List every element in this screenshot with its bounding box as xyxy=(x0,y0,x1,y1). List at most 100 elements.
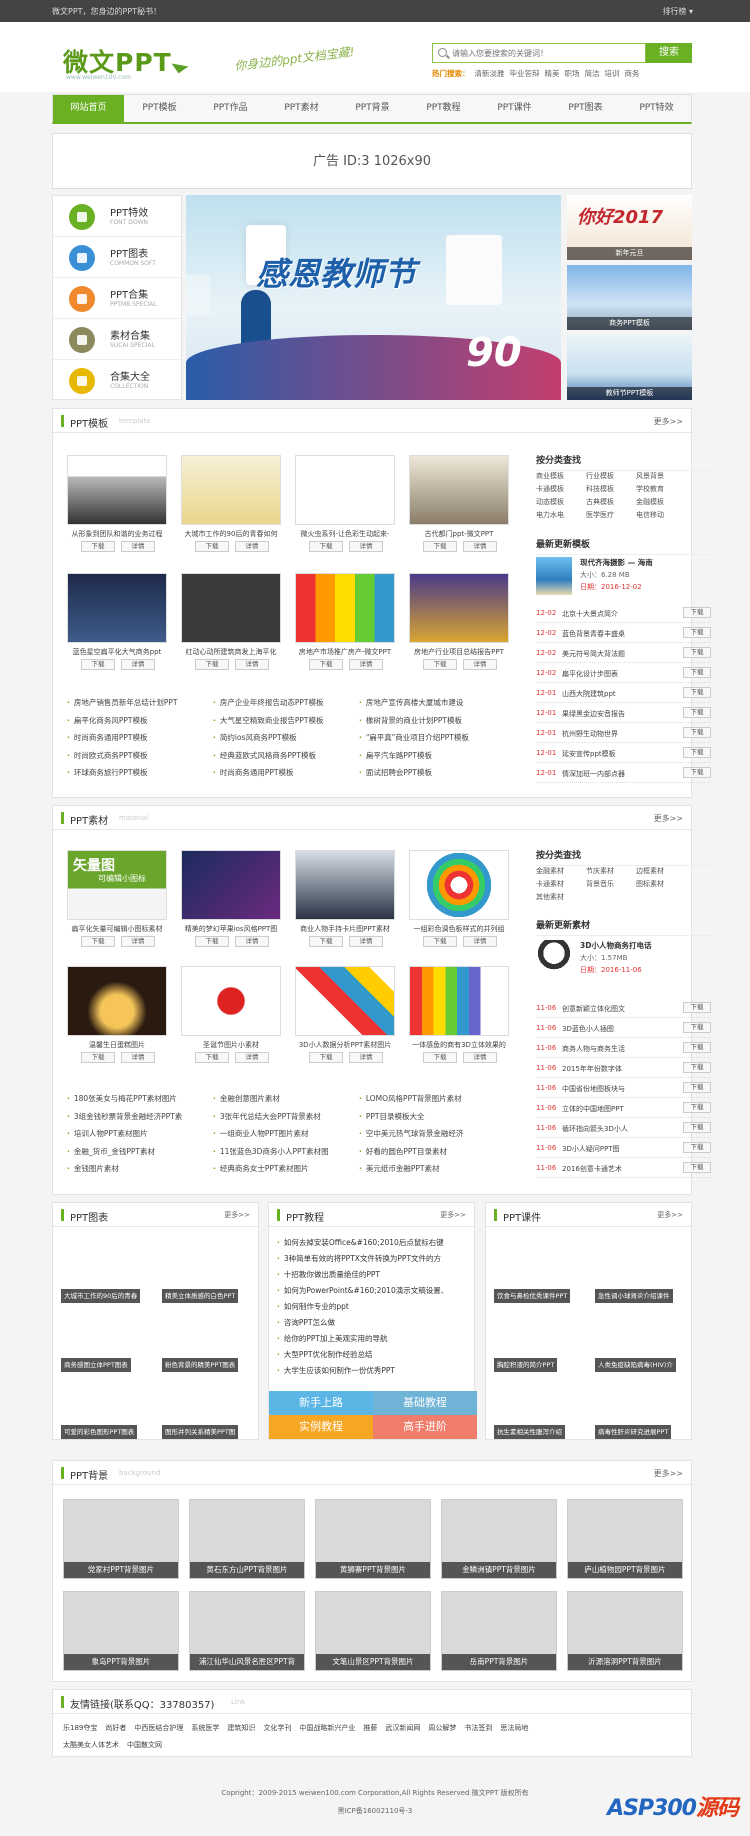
category-link[interactable]: 风景背景 xyxy=(636,471,664,481)
list-item[interactable]: 金融_货币_金钱PPT素材 xyxy=(67,1143,207,1161)
detail-button[interactable]: 详情 xyxy=(121,541,155,552)
friend-link[interactable]: 尚好者 xyxy=(105,1724,126,1732)
detail-button[interactable]: 详情 xyxy=(349,541,383,552)
ad-banner[interactable]: 广告 ID:3 1026x90 xyxy=(52,133,692,189)
list-item[interactable]: 简约ios风商务PPT模板 xyxy=(213,729,353,747)
courseware-tag[interactable]: 抗生素相关性腹泻介绍 xyxy=(494,1425,565,1439)
download-button[interactable]: 下载 xyxy=(81,1052,115,1063)
update-title[interactable]: 创意新颖立体化图文 xyxy=(562,1004,657,1014)
download-button[interactable]: 下载 xyxy=(683,747,711,758)
template-image[interactable] xyxy=(409,573,509,643)
download-button[interactable]: 下载 xyxy=(683,1082,711,1093)
more-link[interactable]: 更多>> xyxy=(657,1210,683,1220)
download-button[interactable]: 下载 xyxy=(423,936,457,947)
template-image[interactable] xyxy=(181,573,281,643)
tutorial-link[interactable]: 大型PPT优化制作经验总结 xyxy=(277,1349,373,1360)
detail-button[interactable]: 详情 xyxy=(121,1052,155,1063)
nav-ppt-effect[interactable]: PPT特效 xyxy=(621,95,692,123)
template-image[interactable] xyxy=(181,455,281,525)
list-item[interactable]: 一组商业人物PPT图片素材 xyxy=(213,1125,353,1143)
download-button[interactable]: 下载 xyxy=(683,687,711,698)
nav-home[interactable]: 网站首页 xyxy=(53,95,124,123)
friend-link[interactable]: 思法局地 xyxy=(500,1724,528,1732)
category-link[interactable]: 古典模板 xyxy=(586,497,614,507)
courseware-tag[interactable]: 人类免疫缺陷病毒(HIV)介 xyxy=(595,1358,676,1372)
detail-button[interactable]: 详情 xyxy=(349,659,383,670)
background-card[interactable]: 沂源溶洞PPT背景图片 xyxy=(567,1591,683,1671)
download-button[interactable]: 下载 xyxy=(81,541,115,552)
template-caption[interactable]: 从形象到团队和谐的业务过程 xyxy=(67,529,167,539)
category-link[interactable]: 卡通模板 xyxy=(536,484,564,494)
list-item[interactable]: 时尚欧式商务PPT模板 xyxy=(67,747,207,765)
download-button[interactable]: 下载 xyxy=(683,707,711,718)
background-card[interactable]: 黄狮寨PPT背景图片 xyxy=(315,1499,431,1579)
background-card[interactable]: 党家村PPT背景图片 xyxy=(63,1499,179,1579)
list-item[interactable]: 房地产宣传高楼大厦城市建设 xyxy=(359,694,504,712)
material-caption[interactable]: 一组彩色调色板样式的并列组 xyxy=(409,924,509,934)
detail-button[interactable]: 详情 xyxy=(235,936,269,947)
friend-link[interactable]: 周公解梦 xyxy=(428,1724,456,1732)
update-title[interactable]: 3D小人疑问PPT图 xyxy=(562,1144,657,1154)
material-image[interactable] xyxy=(181,966,281,1036)
category-link[interactable]: 其他素材 xyxy=(536,892,564,902)
background-card[interactable]: 象岛PPT背景图片 xyxy=(63,1591,179,1671)
list-item[interactable]: 时尚商务通用PPT模板 xyxy=(67,729,207,747)
search-button[interactable]: 搜索 xyxy=(646,43,692,63)
download-button[interactable]: 下载 xyxy=(195,659,229,670)
download-button[interactable]: 下载 xyxy=(195,541,229,552)
list-item[interactable]: 房产企业年终报告动态PPT模板 xyxy=(213,694,353,712)
template-caption[interactable]: 蓝色星空扁平化大气商务ppt xyxy=(67,647,167,657)
tutorial-link[interactable]: 咨询PPT怎么做 xyxy=(277,1317,335,1328)
quick-item-effect[interactable]: PPT特效 FONT DOWN xyxy=(53,196,181,237)
category-link[interactable]: 节庆素材 xyxy=(586,866,614,876)
tutorial-link[interactable]: 如何去掉安装Office&#160;2010后点鼠标右键 xyxy=(277,1237,444,1248)
category-link[interactable]: 行业模板 xyxy=(586,471,614,481)
list-item[interactable]: 面试招聘会PPT模板 xyxy=(359,764,504,782)
download-button[interactable]: 下载 xyxy=(309,541,343,552)
material-caption[interactable]: 温馨生日蛋糕图片 xyxy=(67,1040,167,1050)
category-link[interactable]: 商业模板 xyxy=(536,471,564,481)
download-button[interactable]: 下载 xyxy=(683,607,711,618)
material-image[interactable] xyxy=(295,850,395,920)
update-title[interactable]: 果绿黑金边安音报告 xyxy=(562,709,657,719)
template-image[interactable] xyxy=(409,455,509,525)
list-item[interactable]: LOMO风格PPT背景图片素材 xyxy=(359,1090,504,1108)
background-card[interactable]: 庐山植物园PPT背景图片 xyxy=(567,1499,683,1579)
download-button[interactable]: 下载 xyxy=(683,627,711,638)
friend-link[interactable]: 推薪 xyxy=(363,1724,377,1732)
category-link[interactable]: 边框素材 xyxy=(636,866,664,876)
nav-ppt-works[interactable]: PPT作品 xyxy=(195,95,266,123)
banner-prev-arrow[interactable] xyxy=(186,275,210,315)
list-item[interactable]: 好看的圆色PPT目录素材 xyxy=(359,1143,504,1161)
basic-tutorial-button[interactable]: 基础教程 xyxy=(373,1391,477,1415)
list-item[interactable]: 橡树背景的商业计划PPT模板 xyxy=(359,712,504,730)
advanced-button[interactable]: 高手进阶 xyxy=(373,1415,477,1439)
chart-tag[interactable]: 粉色背景的精美PPT图表 xyxy=(162,1358,239,1372)
update-title[interactable]: 扁平化设计步图表 xyxy=(562,669,657,679)
download-button[interactable]: 下载 xyxy=(683,1122,711,1133)
detail-button[interactable]: 详情 xyxy=(349,936,383,947)
download-button[interactable]: 下载 xyxy=(195,936,229,947)
template-caption[interactable]: 微火虫系列-让色彩生动起来- xyxy=(295,529,395,539)
list-item[interactable]: 时尚商务通用PPT模板 xyxy=(213,764,353,782)
friend-link[interactable]: 书法签到 xyxy=(464,1724,492,1732)
list-item[interactable]: 3张年代总结大会PPT背景素材 xyxy=(213,1108,353,1126)
tutorial-link[interactable]: 3种简单有效的将PPTX文件转换为PPT文件的方 xyxy=(277,1253,441,1264)
detail-button[interactable]: 详情 xyxy=(463,541,497,552)
nav-ppt-material[interactable]: PPT素材 xyxy=(266,95,337,123)
update-title[interactable]: 情深加班一内部点器 xyxy=(562,769,657,779)
featured-thumb[interactable] xyxy=(536,940,572,984)
list-item[interactable]: 11张蓝色3D商务小人PPT素材图 xyxy=(213,1143,353,1161)
list-item[interactable]: 金钱图片素材 xyxy=(67,1160,207,1178)
detail-button[interactable]: 详情 xyxy=(121,659,155,670)
detail-button[interactable]: 详情 xyxy=(463,1052,497,1063)
update-title[interactable]: 美元符号简大背法题 xyxy=(562,649,657,659)
background-card[interactable]: 文笔山景区PPT背景图片 xyxy=(315,1591,431,1671)
list-item[interactable]: 房地产销售员新年总结计划PPT xyxy=(67,694,207,712)
list-item[interactable]: 180张美女与梅花PPT素材图片 xyxy=(67,1090,207,1108)
list-item[interactable]: 环球商务旅行PPT模板 xyxy=(67,764,207,782)
category-link[interactable]: 图标素材 xyxy=(636,879,664,889)
update-title[interactable]: 商务人物与商务生活 xyxy=(562,1044,657,1054)
nav-ppt-background[interactable]: PPT背景 xyxy=(337,95,408,123)
list-item[interactable]: 经典商务女士PPT素材图片 xyxy=(213,1160,353,1178)
